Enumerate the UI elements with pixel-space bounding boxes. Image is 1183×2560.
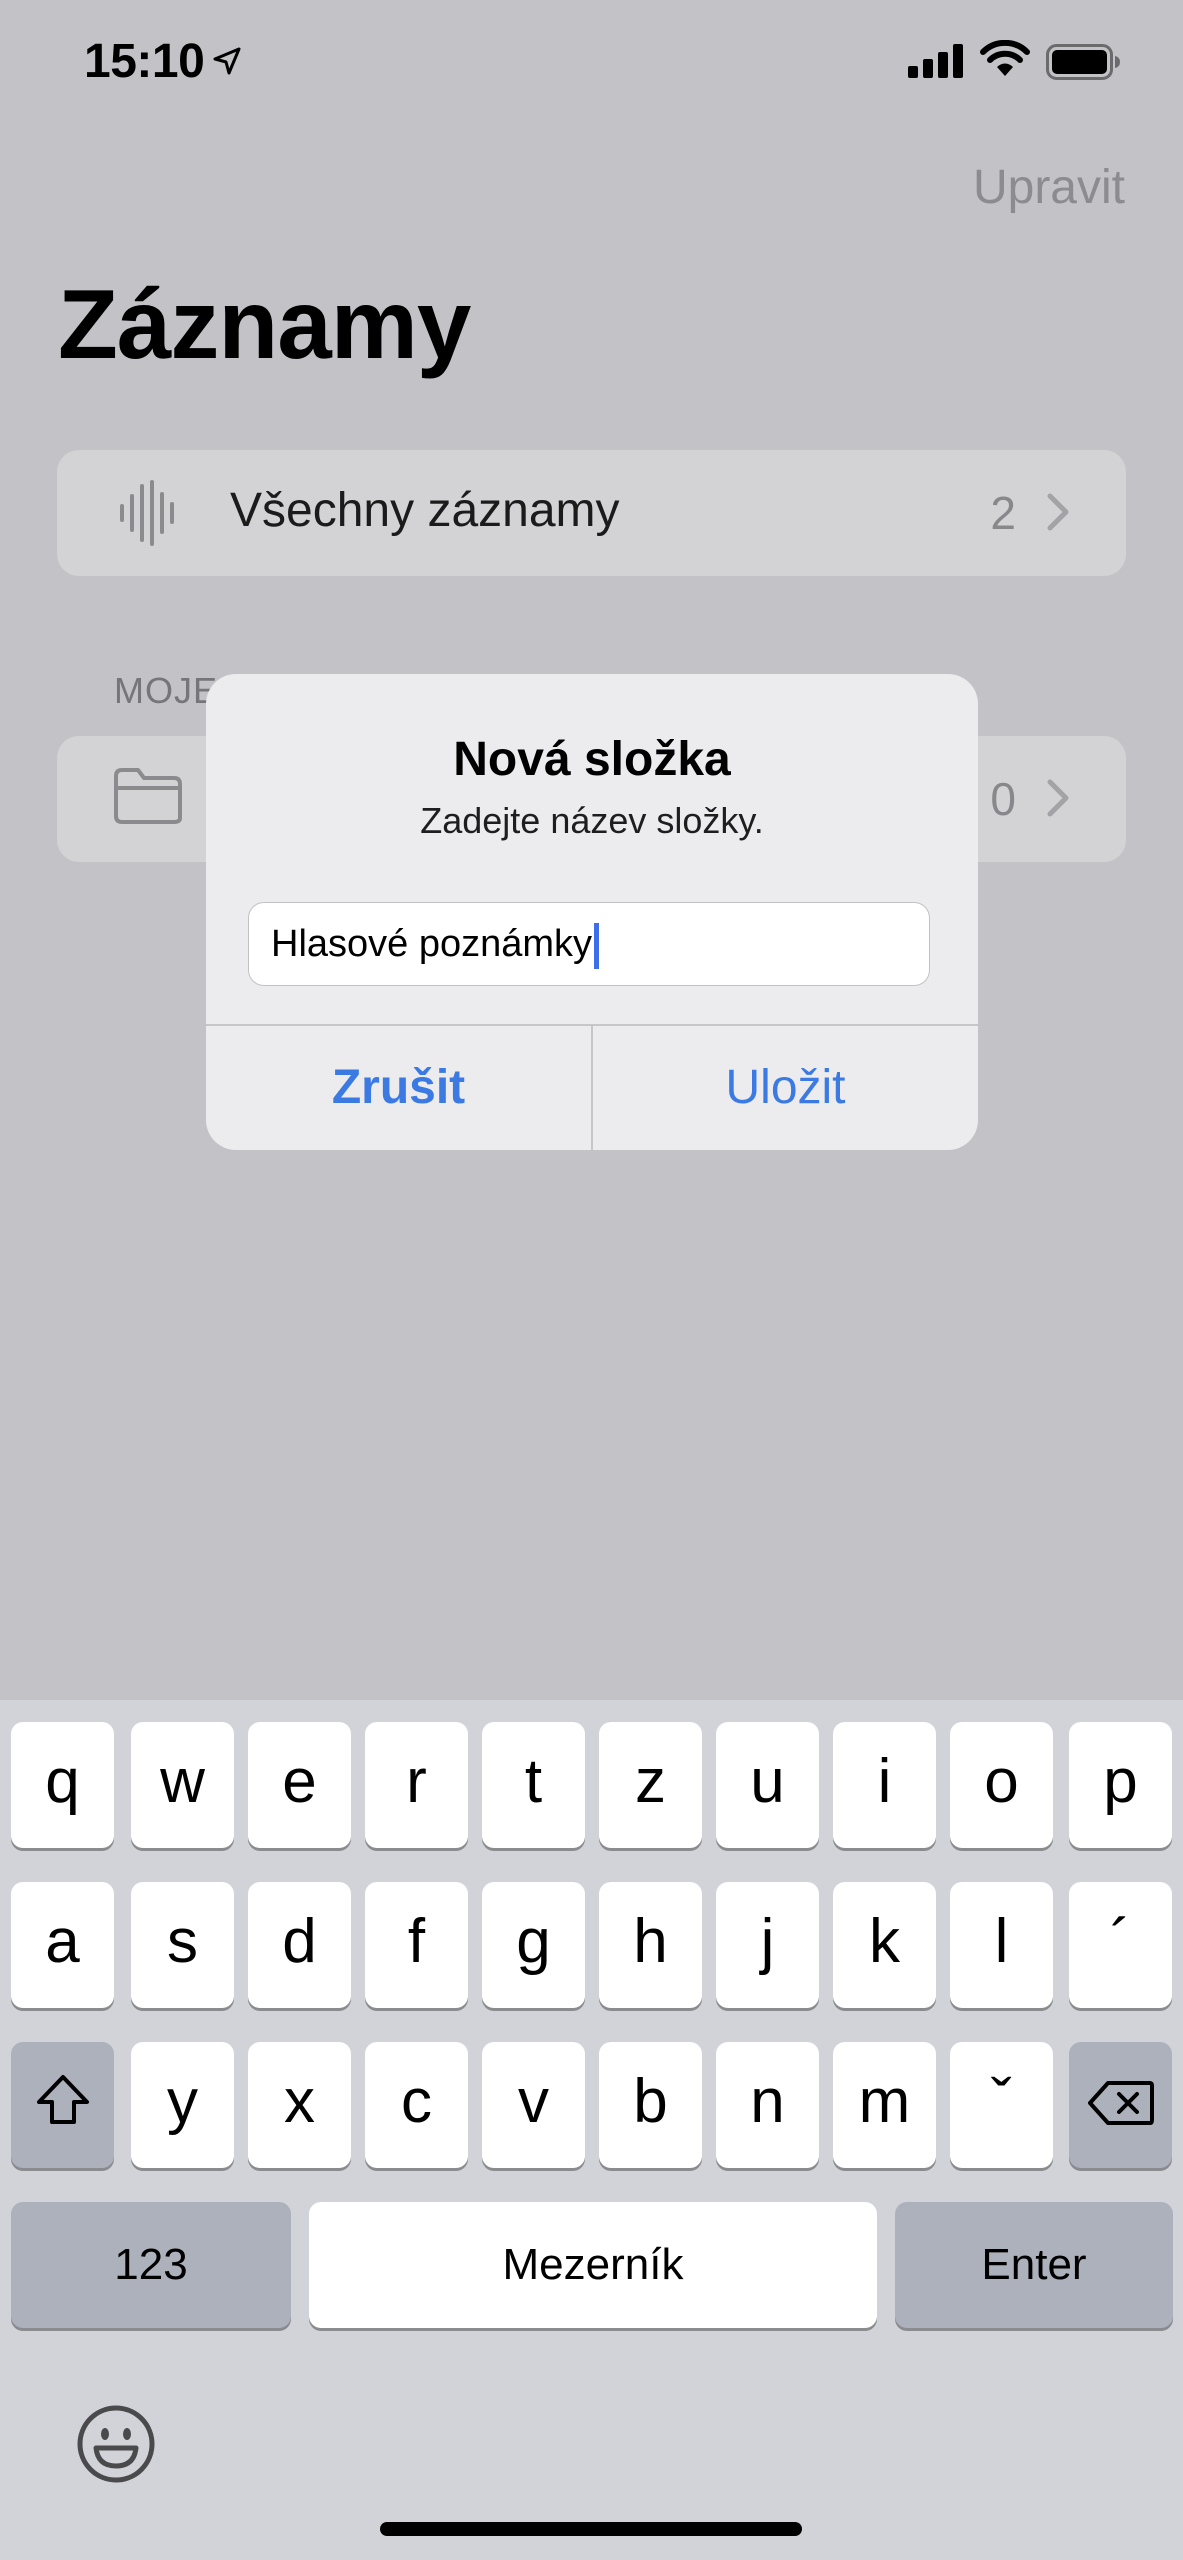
key-j[interactable]: j — [716, 1882, 819, 2008]
key-m[interactable]: m — [833, 2042, 936, 2168]
key-b[interactable]: b — [599, 2042, 702, 2168]
shift-icon — [36, 2075, 89, 2124]
key-i[interactable]: i — [833, 1722, 936, 1848]
numbers-key[interactable]: 123 — [11, 2202, 291, 2328]
return-key[interactable]: Enter — [895, 2202, 1173, 2328]
battery-icon — [1046, 44, 1120, 80]
key-x[interactable]: x — [248, 2042, 351, 2168]
backspace-key[interactable] — [1069, 2042, 1172, 2168]
key-q[interactable]: q — [11, 1722, 114, 1848]
key-c[interactable]: c — [365, 2042, 468, 2168]
save-button[interactable]: Uložit — [593, 1026, 978, 1150]
key-d[interactable]: d — [248, 1882, 351, 2008]
text-cursor — [594, 923, 600, 969]
home-indicator[interactable] — [380, 2522, 802, 2536]
key-acute-accent[interactable]: ´ — [1069, 1882, 1172, 2008]
key-z[interactable]: z — [599, 1722, 702, 1848]
key-h[interactable]: h — [599, 1882, 702, 2008]
all-recordings-label: Všechny záznamy — [230, 484, 620, 537]
key-n[interactable]: n — [716, 2042, 819, 2168]
shift-key[interactable] — [11, 2042, 114, 2168]
key-k[interactable]: k — [833, 1882, 936, 2008]
folder-name-value: Hlasové poznámky — [271, 923, 593, 966]
chevron-right-icon — [1047, 493, 1069, 531]
key-r[interactable]: r — [365, 1722, 468, 1848]
chevron-right-icon — [1047, 779, 1069, 817]
folder-icon — [114, 768, 182, 824]
emoji-icon[interactable] — [76, 2404, 156, 2484]
location-arrow-icon — [213, 47, 241, 75]
key-e[interactable]: e — [248, 1722, 351, 1848]
key-s[interactable]: s — [131, 1882, 234, 2008]
space-key[interactable]: Mezerník — [309, 2202, 877, 2328]
dialog-message: Zadejte název složky. — [420, 800, 764, 841]
folder-name-input[interactable]: Hlasové poznámky — [248, 902, 930, 986]
new-folder-dialog: Nová složka Zadejte název složky. Hlasov… — [206, 674, 978, 1150]
key-v[interactable]: v — [482, 2042, 585, 2168]
key-y[interactable]: y — [131, 2042, 234, 2168]
waveform-icon — [120, 480, 174, 546]
backspace-icon — [1087, 2081, 1154, 2125]
page-title: Záznamy — [58, 269, 471, 379]
edit-button[interactable]: Upravit — [973, 160, 1125, 215]
status-time: 15:10 — [84, 35, 205, 88]
cancel-button[interactable]: Zrušit — [206, 1026, 591, 1150]
cellular-signal-icon — [908, 44, 963, 78]
key-u[interactable]: u — [716, 1722, 819, 1848]
folder-name-input-text: Hlasové poznámky — [271, 923, 600, 969]
key-w[interactable]: w — [131, 1722, 234, 1848]
key-g[interactable]: g — [482, 1882, 585, 2008]
folder-count: 0 — [990, 773, 1016, 825]
all-recordings-row[interactable]: Všechny záznamy 2 — [57, 450, 1126, 576]
key-o[interactable]: o — [950, 1722, 1053, 1848]
key-a[interactable]: a — [11, 1882, 114, 2008]
key-caron[interactable]: ˇ — [950, 2042, 1053, 2168]
key-f[interactable]: f — [365, 1882, 468, 2008]
wifi-icon — [980, 40, 1030, 76]
key-p[interactable]: p — [1069, 1722, 1172, 1848]
dialog-title: Nová složka — [453, 733, 731, 786]
folders-section-header: MOJE — [114, 670, 219, 711]
key-l[interactable]: l — [950, 1882, 1053, 2008]
key-t[interactable]: t — [482, 1722, 585, 1848]
all-recordings-count: 2 — [990, 487, 1016, 539]
